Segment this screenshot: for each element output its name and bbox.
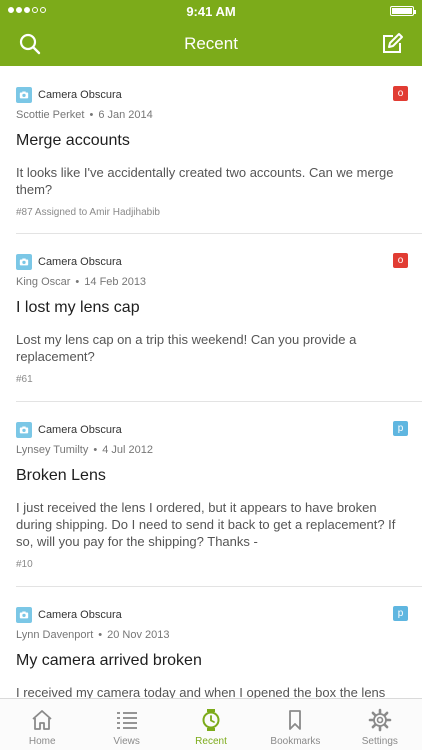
tab-home[interactable]: Home — [0, 699, 84, 750]
meta-separator: • — [75, 276, 80, 288]
ticket-body: It looks like I've accidentally created … — [16, 165, 394, 197]
status-bar: 9:41 AM — [0, 0, 422, 22]
status-badge: o — [393, 253, 408, 268]
tab-label: Home — [28, 736, 56, 747]
brand-name: Camera Obscura — [38, 424, 122, 436]
compose-icon — [383, 33, 403, 53]
ticket-list: Camera Obscura o Scottie Perket • 6 Jan 20… — [0, 66, 422, 698]
ticket-author: Lynsey Tumilty — [16, 444, 89, 456]
ticket-meta: King Oscar • 14 Feb 2013 — [16, 276, 406, 290]
ticket-author: King Oscar — [16, 276, 71, 288]
status-badge: o — [393, 86, 408, 101]
gear-icon — [368, 708, 392, 732]
brand-row: Camera Obscura — [16, 421, 406, 439]
page-title: Recent — [184, 34, 238, 53]
tab-label: Recent — [195, 736, 227, 747]
status-badge: p — [393, 606, 408, 621]
clock-icon — [202, 709, 220, 731]
brand-row: Camera Obscura — [16, 86, 406, 104]
ticket-item[interactable]: Camera Obscura o Scottie Perket • 6 Jan 20… — [0, 66, 422, 233]
ticket-footer: #87 Assigned to Amir Hadjihabib — [16, 207, 160, 218]
tab-bookmarks[interactable]: Bookmarks — [253, 699, 337, 750]
tab-recent[interactable]: Recent — [169, 699, 253, 750]
brand-row: Camera Obscura — [16, 253, 406, 271]
brand-row: Camera Obscura — [16, 606, 406, 624]
meta-separator: • — [98, 629, 103, 641]
meta-separator: • — [89, 109, 94, 121]
ticket-title: Merge accounts — [16, 132, 130, 149]
meta-separator: • — [93, 444, 98, 456]
status-time: 9:41 AM — [186, 4, 236, 19]
tab-label: Settings — [361, 736, 398, 747]
brand-name: Camera Obscura — [38, 89, 122, 101]
list-icon — [116, 712, 137, 729]
camera-icon — [16, 87, 32, 103]
camera-icon — [16, 254, 32, 270]
ticket-date: 4 Jul 2012 — [102, 444, 153, 456]
tab-views[interactable]: Views — [84, 699, 168, 750]
ticket-item[interactable]: Camera Obscura p Lynn Davenport • 20 Nov 2… — [0, 586, 422, 698]
battery-icon — [390, 6, 416, 16]
tab-label: Bookmarks — [270, 736, 321, 747]
ticket-body: I just received the lens I ordered, but … — [16, 500, 396, 549]
ticket-body: Lost my lens cap on a trip this weekend!… — [16, 332, 357, 364]
camera-icon — [16, 607, 32, 623]
ticket-item[interactable]: Camera Obscura o King Oscar • 14 Feb 2013 … — [0, 233, 422, 401]
tab-settings[interactable]: Settings — [338, 699, 422, 750]
ticket-body: I received my camera today and when I op… — [16, 685, 386, 698]
tab-label: Views — [113, 736, 140, 747]
ticket-author: Scottie Perket — [16, 109, 85, 121]
app-header: 9:41 AM Recent — [0, 0, 422, 66]
ticket-date: 20 Nov 2013 — [107, 629, 170, 641]
status-badge: p — [393, 421, 408, 436]
ticket-footer: #61 — [16, 374, 33, 385]
ticket-title: Broken Lens — [16, 467, 106, 484]
home-icon — [32, 710, 52, 730]
ticket-meta: Lynsey Tumilty • 4 Jul 2012 — [16, 444, 406, 458]
ticket-meta: Scottie Perket • 6 Jan 2014 — [16, 109, 406, 123]
brand-name: Camera Obscura — [38, 609, 122, 621]
ticket-title: My camera arrived broken — [16, 652, 202, 669]
ticket-title: I lost my lens cap — [16, 299, 140, 316]
compose-button[interactable] — [380, 32, 404, 56]
brand-name: Camera Obscura — [38, 256, 122, 268]
tab-bar: Home Views Recent Bookmarks Settings — [0, 698, 422, 750]
ticket-footer: #10 — [16, 559, 33, 570]
ticket-meta: Lynn Davenport • 20 Nov 2013 — [16, 629, 406, 643]
bookmark-icon — [289, 710, 302, 730]
ticket-date: 6 Jan 2014 — [98, 109, 153, 121]
ticket-author: Lynn Davenport — [16, 629, 94, 641]
ticket-date: 14 Feb 2013 — [84, 276, 147, 288]
ticket-item[interactable]: Camera Obscura p Lynsey Tumilty • 4 Jul 20… — [0, 401, 422, 586]
camera-icon — [16, 422, 32, 438]
